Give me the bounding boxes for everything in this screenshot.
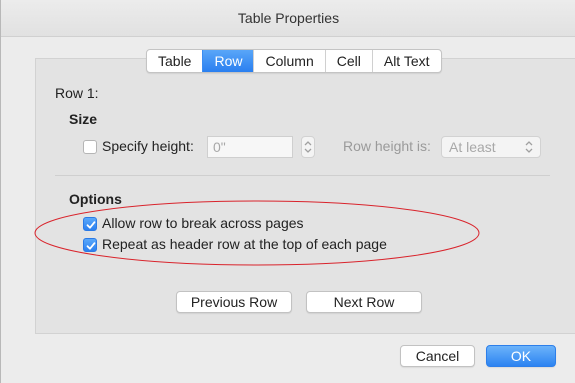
select-chevron-icon (525, 141, 533, 153)
title-bar[interactable]: Table Properties (1, 0, 575, 37)
row-height-is-value: At least (449, 139, 496, 155)
ok-button[interactable]: OK (486, 345, 556, 367)
height-stepper[interactable] (301, 136, 315, 158)
size-heading: Size (69, 111, 98, 127)
checkmark-icon (86, 221, 96, 229)
allow-row-break-label: Allow row to break across pages (102, 215, 304, 231)
row-height-is-label: Row height is: (343, 138, 431, 154)
row-height-is-select[interactable]: At least (441, 136, 541, 158)
repeat-header-row-label: Repeat as header row at the top of each … (102, 236, 387, 252)
next-row-button[interactable]: Next Row (306, 291, 422, 313)
cancel-button[interactable]: Cancel (400, 345, 475, 367)
section-divider (55, 175, 550, 176)
specify-height-label: Specify height: (102, 138, 194, 154)
checkmark-icon (86, 242, 96, 250)
table-properties-dialog: Table Properties Table Row Column Cell A… (0, 0, 575, 383)
options-heading: Options (69, 191, 122, 207)
stepper-arrows-icon (304, 141, 312, 153)
specify-height-checkbox[interactable] (83, 140, 97, 154)
row-label: Row 1: (55, 85, 99, 101)
allow-row-break-checkbox[interactable] (83, 217, 97, 231)
tab-cell[interactable]: Cell (324, 50, 372, 72)
window-title: Table Properties (237, 10, 340, 26)
repeat-header-row-checkbox[interactable] (83, 238, 97, 252)
tab-column[interactable]: Column (253, 50, 324, 72)
previous-row-button[interactable]: Previous Row (176, 291, 292, 313)
tab-row[interactable]: Row (202, 50, 254, 72)
height-input[interactable]: 0" (207, 136, 293, 158)
tab-alt-text[interactable]: Alt Text (371, 50, 441, 72)
tab-bar: Table Row Column Cell Alt Text (146, 49, 442, 73)
tab-table[interactable]: Table (147, 50, 202, 72)
